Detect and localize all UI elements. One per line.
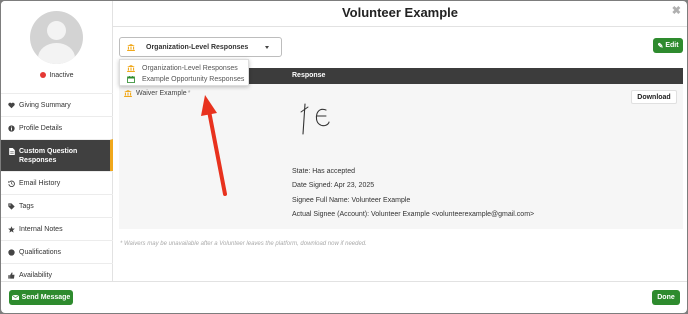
header-divider bbox=[113, 26, 687, 27]
signature-image bbox=[300, 103, 330, 135]
document-icon bbox=[8, 148, 15, 155]
sidebar-item-label: Custom Question Responses bbox=[19, 148, 78, 164]
close-icon[interactable]: ✖ bbox=[672, 4, 681, 17]
avatar bbox=[30, 11, 83, 64]
option-label: Example Opportunity Responses bbox=[142, 76, 245, 83]
sidebar-item-label: Internal Notes bbox=[19, 225, 63, 233]
calendar-icon bbox=[127, 76, 135, 84]
send-message-button[interactable]: Send Message bbox=[9, 290, 73, 305]
heart-icon bbox=[8, 102, 15, 109]
history-icon bbox=[8, 180, 15, 187]
detail-actual-signee: Actual Signee (Account): Volunteer Examp… bbox=[292, 210, 535, 218]
annotation-arrow bbox=[201, 95, 227, 196]
footer-divider bbox=[1, 281, 687, 282]
question-label: Waiver Example * bbox=[124, 90, 190, 97]
sidebar-item-label: Tags bbox=[19, 202, 34, 210]
detail-date-signed: Date Signed: Apr 23, 2025 bbox=[292, 182, 375, 190]
status-dot bbox=[40, 72, 47, 78]
sidebar-item-tags[interactable]: Tags bbox=[1, 194, 113, 217]
bank-icon bbox=[127, 65, 135, 72]
select-value: Organization-Level Responses bbox=[146, 43, 249, 51]
sidebar-item-giving-summary[interactable]: Giving Summary bbox=[1, 93, 113, 116]
waiver-details: State: Has accepted Date Signed: Apr 23,… bbox=[292, 168, 534, 225]
thumbs-up-icon bbox=[8, 271, 15, 279]
column-header-response: Response bbox=[292, 72, 326, 79]
question-text: Waiver Example bbox=[136, 90, 187, 97]
sidebar-item-internal-notes[interactable]: Internal Notes bbox=[1, 217, 113, 240]
page-title: Volunteer Example bbox=[341, 5, 459, 20]
sidebar: Inactive Giving Summary Profile Details … bbox=[1, 1, 113, 281]
sidebar-item-custom-question-responses[interactable]: Custom Question Responses bbox=[1, 139, 113, 171]
status-indicator: Inactive bbox=[1, 72, 113, 79]
volunteer-modal: Inactive Giving Summary Profile Details … bbox=[1, 1, 687, 313]
sidebar-item-label: Profile Details bbox=[19, 124, 63, 132]
edit-button[interactable]: ✎ Edit bbox=[653, 38, 683, 53]
sidebar-item-label: Giving Summary bbox=[19, 101, 71, 109]
bank-icon bbox=[127, 43, 135, 51]
tag-icon bbox=[8, 202, 15, 210]
sidebar-item-profile-details[interactable]: Profile Details bbox=[1, 116, 113, 139]
waiver-footnote: * Waivers may be unavailable after a Vol… bbox=[120, 241, 367, 247]
option-label: Organization-Level Responses bbox=[142, 65, 238, 72]
required-mark: * bbox=[187, 90, 191, 97]
info-icon bbox=[8, 124, 15, 132]
circle-icon bbox=[8, 248, 15, 256]
response-filter-select[interactable]: Organization-Level Responses bbox=[119, 37, 282, 57]
sidebar-item-label: Email History bbox=[19, 179, 61, 187]
sidebar-item-label: Availability bbox=[19, 271, 52, 279]
chevron-down-icon bbox=[265, 46, 269, 49]
bank-icon bbox=[124, 90, 132, 97]
envelope-icon bbox=[11, 295, 19, 300]
status-text: Inactive bbox=[49, 72, 74, 79]
star-icon bbox=[8, 225, 15, 233]
pencil-icon: ✎ bbox=[657, 42, 664, 50]
sidebar-item-availability[interactable]: Availability bbox=[1, 263, 113, 286]
option-example-opportunity[interactable]: Example Opportunity Responses bbox=[120, 74, 248, 85]
sidebar-item-qualifications[interactable]: Qualifications bbox=[1, 240, 113, 263]
sidebar-item-label: Qualifications bbox=[19, 248, 62, 256]
download-button[interactable]: Download bbox=[631, 90, 677, 104]
sidebar-item-email-history[interactable]: Email History bbox=[1, 171, 113, 194]
done-button[interactable]: Done bbox=[652, 290, 680, 305]
detail-signee-name: Signee Full Name: Volunteer Example bbox=[292, 196, 411, 204]
option-organization-level[interactable]: Organization-Level Responses bbox=[120, 63, 248, 74]
filter-dropdown-menu: Organization-Level Responses Example Opp… bbox=[119, 59, 249, 86]
detail-state: State: Has accepted bbox=[292, 168, 356, 175]
sidebar-nav: Giving Summary Profile Details Custom Qu… bbox=[1, 93, 113, 286]
